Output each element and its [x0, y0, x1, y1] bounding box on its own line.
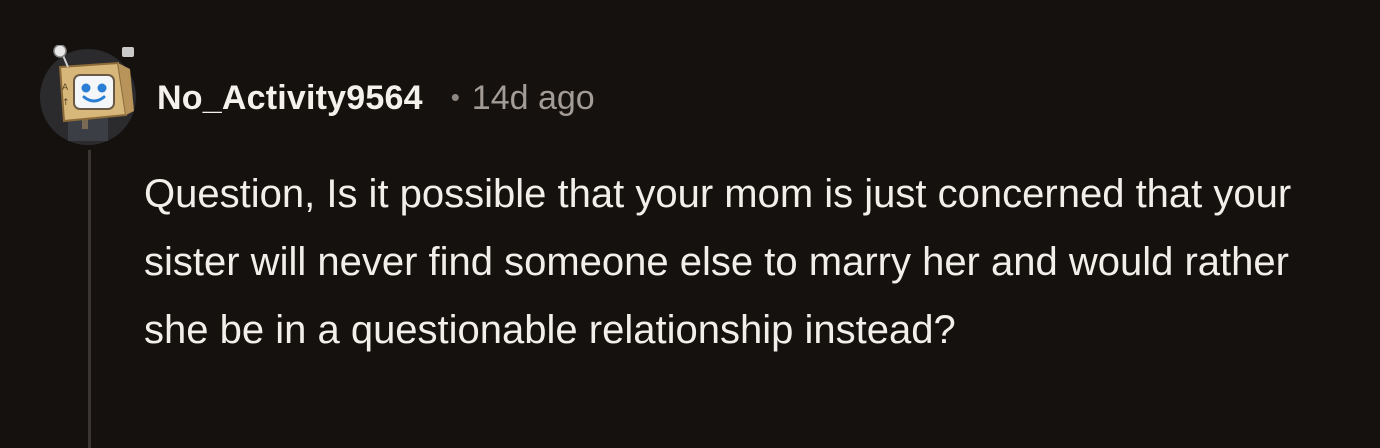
- username-link[interactable]: No_Activity9564: [157, 79, 423, 118]
- comment: A ↑ No_Activity9564 • 14d ago Question, …: [0, 0, 1380, 448]
- svg-text:↑: ↑: [62, 98, 70, 108]
- comment-text: Question, Is it possible that your mom i…: [144, 172, 1292, 352]
- comment-header: No_Activity9564 • 14d ago: [157, 74, 595, 122]
- timestamp[interactable]: 14d ago: [472, 79, 595, 118]
- svg-text:A: A: [62, 83, 69, 93]
- thread-line[interactable]: [88, 150, 91, 448]
- snoo-robot-avatar-icon[interactable]: A ↑: [38, 45, 138, 145]
- separator-dot: •: [450, 81, 460, 112]
- comment-body: Question, Is it possible that your mom i…: [144, 160, 1354, 364]
